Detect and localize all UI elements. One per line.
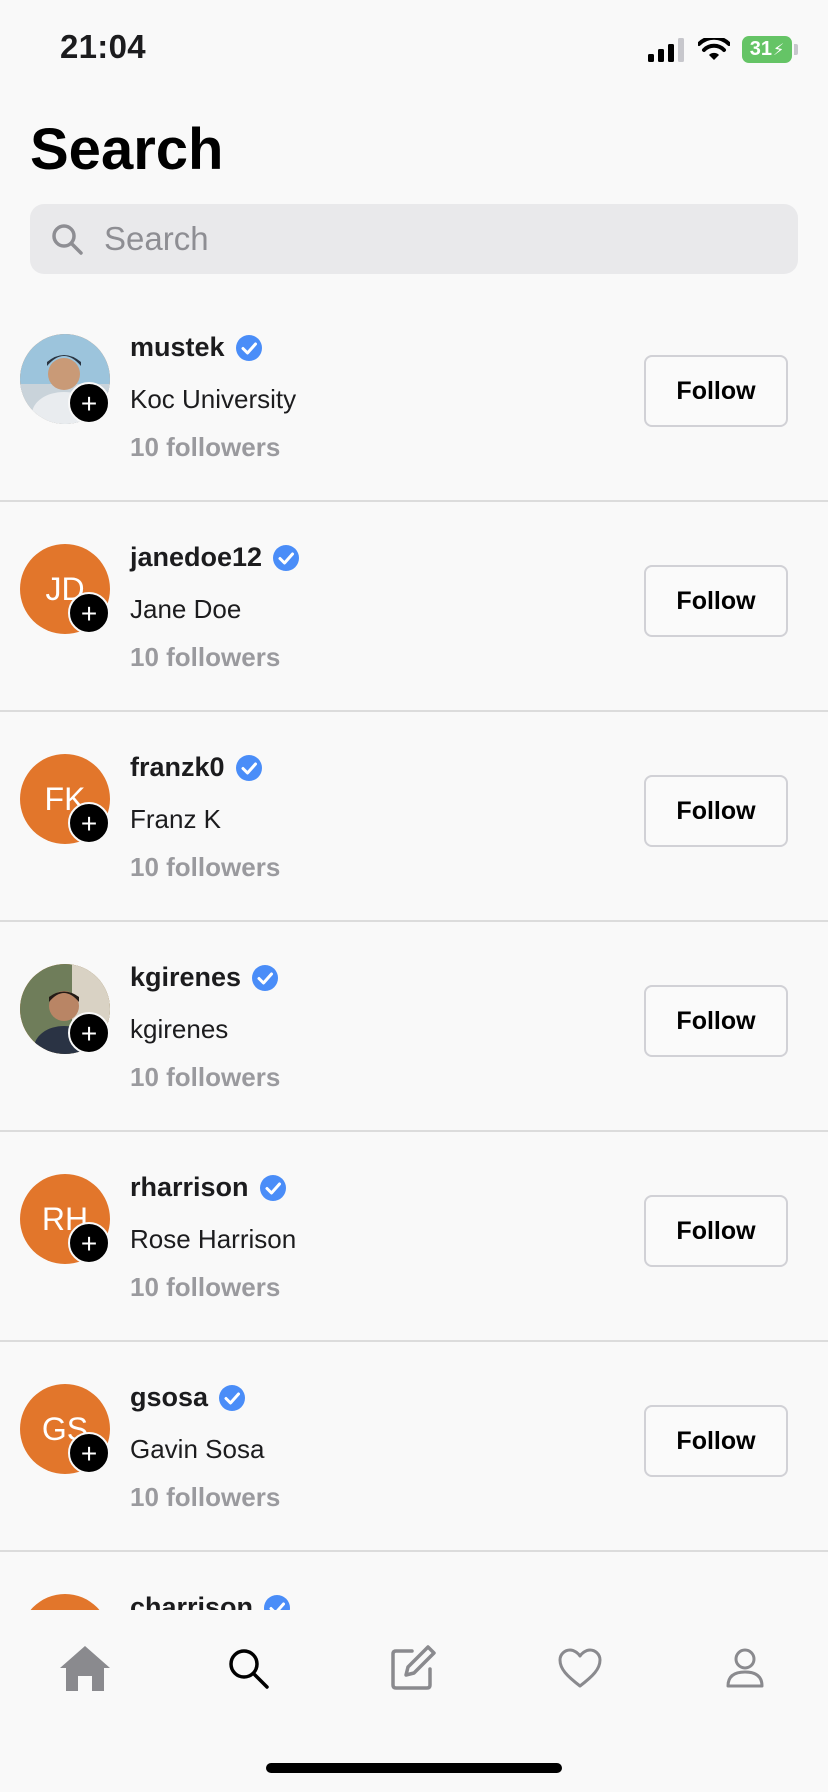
follow-button[interactable]: Follow — [644, 565, 788, 637]
search-icon — [229, 1649, 269, 1689]
verified-icon — [273, 544, 300, 571]
user-row[interactable]: GS + gsosa Gavin Sosa 10 followers Follo… — [0, 1342, 828, 1552]
follow-button[interactable]: Follow — [644, 1195, 788, 1267]
add-story-badge[interactable]: + — [68, 1222, 110, 1264]
username-line: mustek — [130, 332, 263, 363]
follow-button[interactable]: Follow — [644, 985, 788, 1057]
tab-activity[interactable] — [550, 1638, 610, 1698]
verified-icon — [219, 1384, 246, 1411]
user-row[interactable]: RH + rharrison Rose Harrison 10 follower… — [0, 1132, 828, 1342]
follower-count: 10 followers — [130, 1062, 281, 1092]
username-line: kgirenes — [130, 962, 279, 993]
username[interactable]: franzk0 — [130, 752, 225, 783]
search-field-icon-wrap — [30, 222, 104, 256]
username-line: charrison — [130, 1592, 291, 1610]
username[interactable]: janedoe12 — [130, 542, 262, 573]
search-bar[interactable] — [30, 204, 798, 274]
heart-icon — [558, 1648, 602, 1688]
verified-icon — [235, 334, 262, 361]
verified-icon — [235, 754, 262, 781]
add-story-badge[interactable]: + — [68, 592, 110, 634]
full-name: Franz K — [130, 804, 222, 834]
search-icon — [52, 224, 83, 255]
user-row[interactable]: FK + franzk0 Franz K 10 followers Follow — [0, 712, 828, 922]
full-name: Rose Harrison — [130, 1224, 297, 1254]
tab-bar — [0, 1610, 828, 1720]
home-indicator[interactable] — [266, 1763, 562, 1773]
cellular-signal-icon — [648, 37, 684, 62]
search-screen: 21:04 31 ⚡ Search Search + mustek Koc Un… — [0, 0, 828, 1792]
username-line: gsosa — [130, 1382, 246, 1413]
page-title: Search — [30, 117, 224, 182]
profile-icon — [726, 1648, 764, 1688]
user-row[interactable]: + mustek Koc University 10 followers Fol… — [0, 292, 828, 502]
avatar[interactable] — [20, 1594, 110, 1610]
follower-count: 10 followers — [130, 1482, 281, 1512]
follow-button[interactable]: Follow — [644, 355, 788, 427]
status-time: 21:04 — [60, 28, 146, 65]
user-row[interactable]: charrison — [0, 1552, 828, 1610]
add-story-badge[interactable]: + — [68, 1012, 110, 1054]
verified-icon — [264, 1594, 291, 1610]
username[interactable]: kgirenes — [130, 962, 241, 993]
tab-profile[interactable] — [715, 1638, 775, 1698]
search-input[interactable] — [104, 220, 798, 258]
follower-count: 10 followers — [130, 642, 281, 672]
compose-icon — [391, 1645, 436, 1690]
full-name: kgirenes — [130, 1014, 229, 1044]
tab-compose[interactable] — [383, 1638, 443, 1698]
verified-icon — [252, 964, 279, 991]
follow-button[interactable]: Follow — [644, 775, 788, 847]
full-name: Koc University — [130, 384, 297, 414]
username-line: janedoe12 — [130, 542, 300, 573]
user-list: + mustek Koc University 10 followers Fol… — [0, 292, 828, 1610]
full-name: Jane Doe — [130, 594, 242, 624]
username[interactable]: charrison — [130, 1592, 253, 1610]
username-line: rharrison — [130, 1172, 287, 1203]
follower-count: 10 followers — [130, 432, 281, 462]
tab-search[interactable] — [218, 1638, 278, 1698]
username[interactable]: gsosa — [130, 1382, 208, 1413]
wifi-icon — [698, 37, 730, 60]
add-story-badge[interactable]: + — [68, 382, 110, 424]
status-bar: 21:04 31 ⚡ — [0, 0, 828, 100]
user-row[interactable]: JD + janedoe12 Jane Doe 10 followers Fol… — [0, 502, 828, 712]
tab-home[interactable] — [55, 1638, 115, 1698]
home-icon — [60, 1646, 110, 1691]
battery-icon: 31 ⚡ — [742, 36, 798, 63]
follower-count: 10 followers — [130, 1272, 281, 1302]
username[interactable]: rharrison — [130, 1172, 249, 1203]
user-row[interactable]: + kgirenes kgirenes 10 followers Follow — [0, 922, 828, 1132]
username[interactable]: mustek — [130, 332, 225, 363]
follow-button[interactable]: Follow — [644, 1405, 788, 1477]
username-line: franzk0 — [130, 752, 263, 783]
status-icons: 31 ⚡ — [648, 36, 798, 63]
full-name: Gavin Sosa — [130, 1434, 265, 1464]
verified-icon — [259, 1174, 286, 1201]
battery-level: 31 — [749, 38, 772, 60]
add-story-badge[interactable]: + — [68, 802, 110, 844]
follower-count: 10 followers — [130, 852, 281, 882]
add-story-badge[interactable]: + — [68, 1432, 110, 1474]
